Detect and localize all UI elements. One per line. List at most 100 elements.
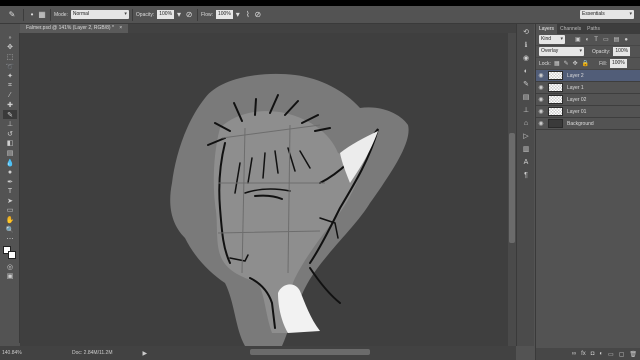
history-panel-icon[interactable]: ⟲ — [520, 27, 532, 37]
workspace-dropdown[interactable]: Essentials — [580, 10, 634, 19]
eye-icon[interactable]: ◉ — [536, 96, 546, 103]
flow-field[interactable]: 100% — [216, 10, 233, 19]
layer-row[interactable]: ◉ Background — [536, 118, 640, 130]
filter-smart-object-icon[interactable]: ▤ — [614, 36, 620, 43]
clone-stamp-tool-icon[interactable]: ⊥ — [3, 119, 17, 129]
eye-icon[interactable]: ◉ — [536, 72, 546, 79]
separator — [197, 8, 199, 21]
opacity-dropdown-icon[interactable]: ▾ — [174, 10, 184, 20]
brush-panel-icon[interactable]: ✎ — [520, 79, 532, 89]
vertical-scroll-thumb[interactable] — [509, 133, 515, 243]
hand-tool-icon[interactable]: ✋ — [3, 215, 17, 225]
tool-presets-panel-icon[interactable]: ⌂ — [520, 118, 532, 128]
filter-pixel-icon[interactable]: ▣ — [575, 36, 581, 43]
layer-row[interactable]: ◉ Layer 1 — [536, 82, 640, 94]
layer-row[interactable]: ◉ Layer 02 — [536, 94, 640, 106]
more-tools-icon[interactable]: ⋯ — [3, 234, 17, 244]
layer-row[interactable]: ◉ Layer 2 — [536, 70, 640, 82]
airbrush-icon[interactable]: ⌇ — [243, 10, 253, 20]
dodge-tool-icon[interactable]: ● — [3, 167, 17, 177]
tab-layers[interactable]: Layers — [536, 24, 558, 34]
clone-source-panel-icon[interactable]: ⊥ — [520, 105, 532, 115]
eye-icon[interactable]: ◉ — [536, 108, 546, 115]
layer-opacity-field[interactable]: 100% — [613, 47, 631, 56]
lock-transparent-icon[interactable]: ▦ — [554, 60, 560, 67]
brush-panel-toggle-icon[interactable]: ▦ — [37, 10, 47, 20]
layer-name: Layer 1 — [567, 84, 584, 91]
new-group-icon[interactable]: ▭ — [608, 351, 614, 358]
pen-tool-icon[interactable]: ✒ — [3, 177, 17, 187]
healing-brush-tool-icon[interactable]: ✚ — [3, 100, 17, 110]
separator — [23, 8, 24, 21]
flow-dropdown-icon[interactable]: ▾ — [233, 10, 243, 20]
new-layer-icon[interactable]: ▢ — [619, 351, 625, 358]
add-mask-icon[interactable]: ◘ — [591, 351, 595, 357]
layer-style-icon[interactable]: fx — [581, 351, 586, 357]
adjustments-panel-icon[interactable]: ◐ — [520, 66, 532, 76]
properties-panel-icon[interactable]: ℹ — [520, 40, 532, 50]
adjustment-layer-icon[interactable]: ◐ — [599, 351, 603, 357]
brush-tool-preset-icon[interactable]: ✎ — [4, 9, 20, 21]
color-swatches[interactable] — [3, 246, 17, 260]
quick-selection-tool-icon[interactable]: ✦ — [3, 71, 17, 81]
brush-size-icon[interactable]: • — [27, 10, 37, 20]
close-icon[interactable]: × — [119, 25, 122, 31]
layer-row[interactable]: ◉ Layer 01 — [536, 106, 640, 118]
filter-shape-icon[interactable]: ▭ — [603, 36, 609, 43]
fill-field[interactable]: 100% — [609, 59, 627, 68]
tab-paths[interactable]: Paths — [584, 24, 603, 34]
type-tool-icon[interactable]: T — [3, 187, 17, 197]
color-panel-icon[interactable]: ◉ — [520, 53, 532, 63]
lock-position-icon[interactable]: ✥ — [573, 60, 578, 67]
quick-mask-icon[interactable]: ◎ — [3, 262, 17, 272]
layer-comps-panel-icon[interactable]: ▥ — [520, 144, 532, 154]
filter-toggle-icon[interactable]: ● — [624, 37, 628, 43]
shape-tool-icon[interactable]: ▭ — [3, 206, 17, 216]
path-selection-tool-icon[interactable]: ➤ — [3, 196, 17, 206]
layer-list: ◉ Layer 2 ◉ Layer 1 ◉ Layer 02 ◉ Layer 0… — [536, 70, 640, 130]
eye-icon[interactable]: ◉ — [536, 84, 546, 91]
background-color-swatch[interactable] — [8, 251, 16, 260]
collapse-toolbox-icon[interactable]: » — [3, 33, 17, 43]
pressure-opacity-icon[interactable]: ⊘ — [184, 10, 194, 20]
lock-all-icon[interactable]: 🔒 — [582, 60, 589, 67]
status-menu-arrow-icon[interactable]: ▶ — [142, 350, 147, 357]
canvas-area[interactable] — [20, 33, 508, 346]
brush-presets-panel-icon[interactable]: ▤ — [520, 92, 532, 102]
screen-mode-icon[interactable]: ▣ — [3, 272, 17, 282]
actions-panel-icon[interactable]: ▷ — [520, 131, 532, 141]
eyedropper-tool-icon[interactable]: ⁄ — [3, 91, 17, 101]
layer-name: Layer 2 — [567, 72, 584, 79]
vertical-scrollbar[interactable] — [508, 33, 516, 346]
brush-tool-icon[interactable]: ✎ — [3, 109, 17, 120]
zoom-level[interactable]: 140.84% — [2, 350, 22, 356]
eraser-tool-icon[interactable]: ◧ — [3, 139, 17, 149]
pressure-size-icon[interactable]: ⊘ — [253, 10, 263, 20]
eye-icon[interactable]: ◉ — [536, 120, 546, 127]
sketch-artwork[interactable] — [20, 33, 508, 346]
gradient-tool-icon[interactable]: ▤ — [3, 148, 17, 158]
horizontal-scroll-thumb[interactable] — [250, 349, 370, 355]
lasso-tool-icon[interactable]: ➰ — [3, 62, 17, 72]
mode-label: Mode: — [54, 11, 68, 18]
filter-adjustment-icon[interactable]: ◐ — [586, 37, 590, 43]
zoom-tool-icon[interactable]: 🔍 — [3, 225, 17, 235]
kind-filter-dropdown[interactable]: Kind — [539, 35, 565, 44]
link-layers-icon[interactable]: ∞ — [572, 351, 576, 357]
tab-channels[interactable]: Channels — [557, 24, 584, 34]
character-panel-icon[interactable]: A — [520, 157, 532, 167]
marquee-tool-icon[interactable]: ⬚ — [3, 52, 17, 62]
layer-name: Layer 01 — [567, 108, 587, 115]
opacity-field[interactable]: 100% — [157, 10, 175, 19]
move-tool-icon[interactable]: ✥ — [3, 43, 17, 53]
lock-pixels-icon[interactable]: ✎ — [564, 60, 569, 67]
history-brush-tool-icon[interactable]: ↺ — [3, 129, 17, 139]
blur-tool-icon[interactable]: 💧 — [3, 158, 17, 168]
document-tab[interactable]: Falmer.psd @ 141% (Layer 2, RGB/8) * × — [20, 24, 129, 33]
blend-mode-dropdown[interactable]: Overlay — [539, 47, 584, 56]
filter-type-icon[interactable]: T — [594, 37, 598, 43]
paragraph-panel-icon[interactable]: ¶ — [520, 170, 532, 180]
delete-layer-icon[interactable]: 🗑 — [629, 351, 637, 358]
crop-tool-icon[interactable]: ⌗ — [3, 81, 17, 91]
mode-dropdown[interactable]: Normal — [70, 10, 129, 19]
